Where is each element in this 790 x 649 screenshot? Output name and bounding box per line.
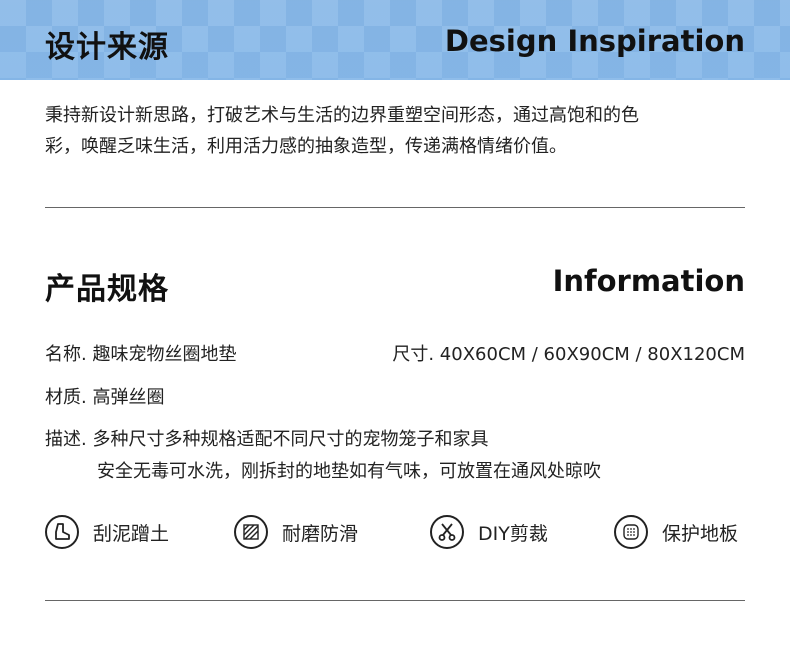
- feature-label: 刮泥蹭土: [93, 522, 170, 545]
- feature-label: 保护地板: [662, 522, 739, 545]
- texture-icon: [234, 515, 268, 549]
- design-paragraph-line2: 彩，唤醒乏味生活，利用活力感的抽象造型，传递满格情绪价值。: [45, 136, 567, 157]
- feature-label: DIY剪裁: [478, 522, 548, 545]
- feature-item: 耐磨防滑: [234, 515, 358, 549]
- design-title-cn: 设计来源: [45, 30, 169, 65]
- info-title-en: Information: [552, 264, 745, 298]
- floor-icon: [614, 515, 648, 549]
- design-paragraph-line1: 秉持新设计新思路，打破艺术与生活的边界重塑空间形态，通过高饱和的色: [45, 105, 639, 126]
- spec-name: 名称. 趣味宠物丝圈地垫: [45, 344, 237, 365]
- design-title-en: Design Inspiration: [444, 24, 745, 58]
- shoe-icon: [45, 515, 79, 549]
- design-paragraph: 秉持新设计新思路，打破艺术与生活的边界重塑空间形态，通过高饱和的色 彩，唤醒乏味…: [45, 100, 750, 162]
- info-title-cn: 产品规格: [45, 272, 169, 307]
- feature-item: 刮泥蹭土: [45, 515, 169, 549]
- spec-description-line2: 安全无毒可水洗，刚拆封的地垫如有气味，可放置在通风处晾吹: [97, 461, 601, 482]
- feature-item: 保护地板: [614, 515, 738, 549]
- spec-material: 材质. 高弹丝圈: [45, 387, 165, 408]
- feature-item: DIY剪裁: [430, 515, 548, 549]
- scissors-icon: [430, 515, 464, 549]
- section-divider: [45, 207, 745, 208]
- spec-description-line1: 描述. 多种尺寸多种规格适配不同尺寸的宠物笼子和家具: [45, 429, 489, 450]
- bottom-divider: [45, 600, 745, 601]
- spec-size: 尺寸. 40X60CM / 60X90CM / 80X120CM: [392, 344, 745, 365]
- feature-label: 耐磨防滑: [282, 522, 359, 545]
